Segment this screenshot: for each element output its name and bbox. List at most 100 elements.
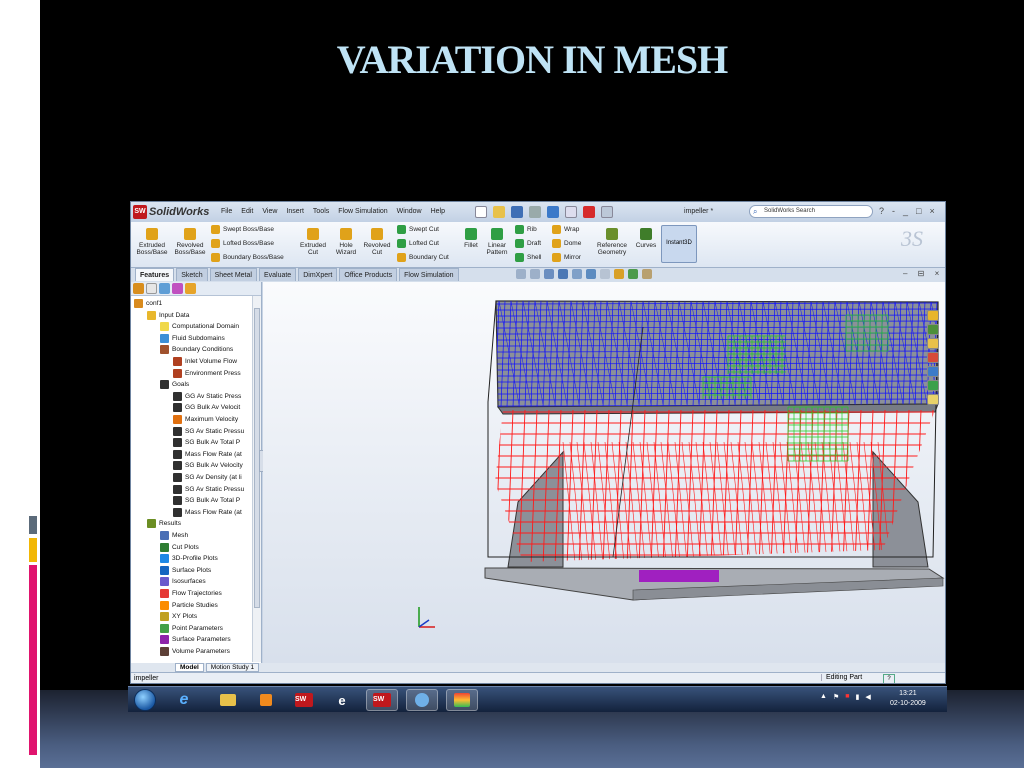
tree-item[interactable]: conf1 [134,298,162,309]
tree-item[interactable]: Goals [160,379,189,390]
close-button[interactable]: × [929,206,934,216]
boundary-boss-button[interactable]: Boundary Boss/Base [211,253,284,262]
quick-tips-icon[interactable]: ? [883,674,895,683]
configuration-manager-icon[interactable] [159,283,170,294]
solidworks-resources-icon[interactable] [927,310,939,321]
tree-item[interactable]: Mass Flow Rate (at [173,449,242,460]
rib-button[interactable]: Rib [515,225,537,234]
tree-item[interactable]: Surface Parameters [160,634,231,645]
view-palette-icon[interactable] [927,366,939,377]
start-button[interactable] [134,689,156,711]
tree-item[interactable]: Boundary Conditions [160,344,233,355]
lofted-boss-button[interactable]: Lofted Boss/Base [211,239,274,248]
tree-item[interactable]: SG Av Density (at li [173,472,242,483]
edit-appearance-icon[interactable] [614,269,624,279]
reference-geometry-button[interactable]: Reference Geometry [593,228,631,256]
revolved-boss-button[interactable]: Revolved Boss/Base [173,228,207,256]
solidworks-tray-icon[interactable]: ■ [845,693,849,701]
tab-features[interactable]: Features [135,268,175,281]
paint-icon[interactable] [406,689,438,711]
solidworks-search-input[interactable]: ⌕ SolidWorks Search [749,205,873,218]
options-icon[interactable] [601,206,613,218]
dimxpert-manager-icon[interactable] [172,283,183,294]
tree-item[interactable]: Volume Parameters [160,646,230,657]
tree-item[interactable]: Inlet Volume Flow [173,356,237,367]
tab-motion-study[interactable]: Motion Study 1 [205,663,260,672]
network-icon[interactable]: ▮ [855,693,859,701]
instant3d-button[interactable]: Instant3D [661,225,697,263]
tree-item[interactable]: GG Bulk Av Velocit [173,402,240,413]
menu-file[interactable]: File [221,208,232,215]
rebuild-icon[interactable] [583,206,595,218]
tab-flow-simulation[interactable]: Flow Simulation [399,268,459,281]
media-player-icon[interactable] [250,689,282,711]
tree-item[interactable]: Mass Flow Rate (at [173,507,242,518]
tab-office-products[interactable]: Office Products [339,268,398,281]
property-manager-icon[interactable] [146,283,157,294]
tree-item[interactable]: Surface Plots [160,565,211,576]
extruded-cut-button[interactable]: Extruded Cut [297,228,329,256]
menu-flow-simulation[interactable]: Flow Simulation [338,208,387,215]
lofted-cut-button[interactable]: Lofted Cut [397,239,439,248]
revolved-cut-button[interactable]: Revolved Cut [362,228,392,256]
flow-simulation-taskbar-icon[interactable] [446,689,478,711]
show-hidden-icons-icon[interactable]: ▲ [820,693,827,701]
menu-view[interactable]: View [262,208,277,215]
custom-properties-icon[interactable] [927,394,939,405]
search-tab-icon[interactable] [927,352,939,363]
mirror-button[interactable]: Mirror [552,253,581,262]
tree-item[interactable]: 3D-Profile Plots [160,553,218,564]
action-center-flag-icon[interactable]: ⚑ [833,693,839,701]
open-folder-icon[interactable] [493,206,505,218]
design-library-icon[interactable] [927,324,939,335]
print-icon[interactable] [529,206,541,218]
tree-item[interactable]: Point Parameters [160,623,223,634]
linear-pattern-button[interactable]: Linear Pattern [483,228,511,256]
windows-explorer-icon[interactable] [212,689,244,711]
menu-tools[interactable]: Tools [313,208,329,215]
flow-simulation-analysis-tree-icon[interactable] [185,283,196,294]
tree-scrollbar[interactable] [252,296,261,662]
zoom-to-fit-icon[interactable] [516,269,526,279]
boundary-cut-button[interactable]: Boundary Cut [397,253,449,262]
tree-item[interactable]: SG Av Static Pressu [173,484,244,495]
tree-item[interactable]: SG Bulk Av Total P [173,437,240,448]
internet-explorer-icon[interactable]: e [168,689,200,711]
new-document-icon[interactable] [475,206,487,218]
tree-item[interactable]: Input Data [147,310,189,321]
tree-item[interactable]: Maximum Velocity [173,414,238,425]
swept-cut-button[interactable]: Swept Cut [397,225,439,234]
tree-item[interactable]: GG Av Static Press [173,391,241,402]
extruded-boss-button[interactable]: Extruded Boss/Base [135,228,169,256]
tree-item[interactable]: Isosurfaces [160,576,206,587]
display-style-icon[interactable] [586,269,596,279]
tree-item[interactable]: XY Plots [160,611,197,622]
save-icon[interactable] [511,206,523,218]
zoom-area-icon[interactable] [530,269,540,279]
hole-wizard-button[interactable]: Hole Wizard [331,228,361,256]
tree-item[interactable]: Fluid Subdomains [160,333,225,344]
tree-item[interactable]: SG Av Static Pressu [173,426,244,437]
taskbar-clock[interactable]: 13:21 02-10-2009 [890,689,926,709]
tree-item[interactable]: Flow Trajectories [160,588,222,599]
tree-item[interactable]: Cut Plots [160,542,199,553]
curves-button[interactable]: Curves [632,228,660,249]
feature-manager-icon[interactable] [133,283,144,294]
tree-item[interactable]: Computational Domain [160,321,239,332]
solidworks-taskbar-icon[interactable]: SW [288,689,320,711]
solidworks-active-taskbar-icon[interactable]: SW [366,689,398,711]
tree-item[interactable]: Environment Press [173,368,241,379]
fillet-button[interactable]: Fillet [460,228,482,249]
tab-sketch[interactable]: Sketch [176,268,208,281]
edrawings-icon[interactable]: e [326,689,358,711]
tab-model[interactable]: Model [175,663,204,672]
graphics-window-controls[interactable]: – ⊟ × [903,269,943,278]
undo-icon[interactable] [547,206,559,218]
minimize-button[interactable]: _ [903,206,908,216]
volume-icon[interactable]: ◀ [865,693,870,701]
wrap-button[interactable]: Wrap [552,225,579,234]
select-pointer-icon[interactable] [565,206,577,218]
menu-window[interactable]: Window [397,208,422,215]
view-orientation-icon[interactable] [572,269,582,279]
view-settings-icon[interactable] [642,269,652,279]
